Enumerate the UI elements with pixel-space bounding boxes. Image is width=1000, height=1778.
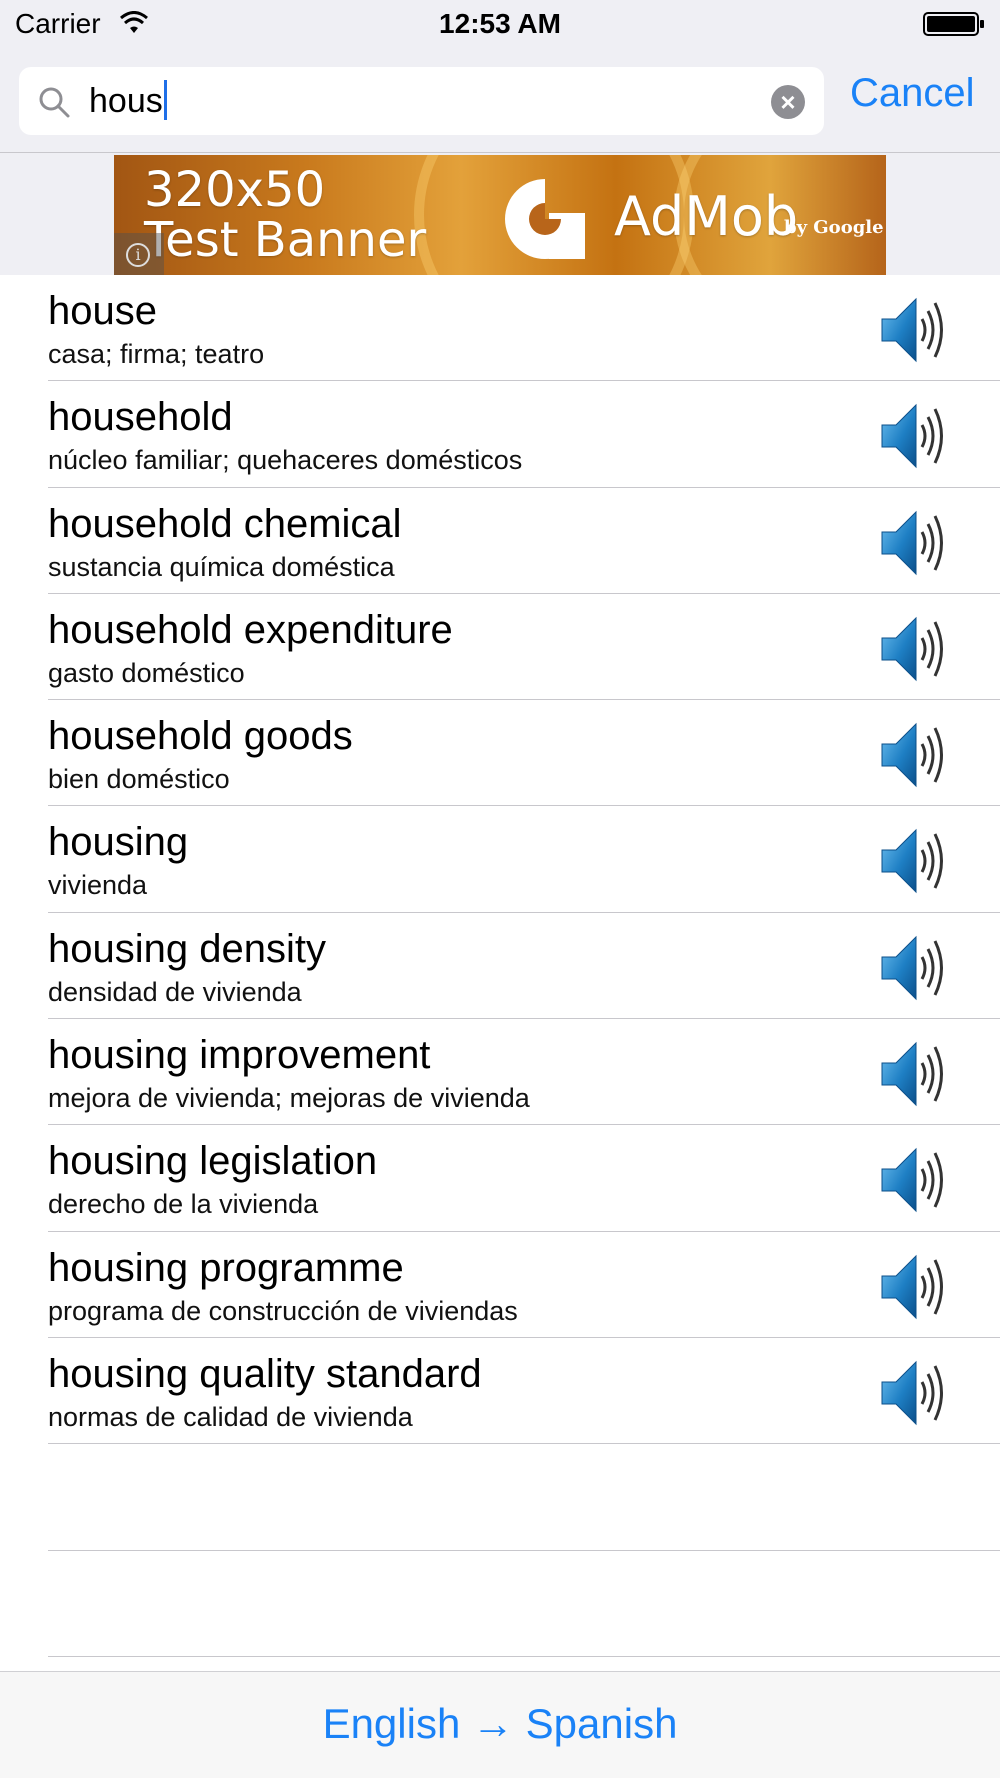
search-field[interactable]: hous × [19, 67, 824, 135]
ad-area: 320x50 Test Banner AdMob by Google i [0, 153, 1000, 275]
status-bar: Carrier 12:53 AM [0, 0, 1000, 49]
result-row[interactable]: household goods bien doméstico [0, 700, 1000, 807]
result-translation: programa de construcción de viviendas [48, 1295, 518, 1326]
result-translation: sustancia química doméstica [48, 551, 395, 582]
result-term: household chemical [48, 501, 402, 546]
ad-banner[interactable]: 320x50 Test Banner AdMob by Google i [114, 155, 886, 275]
speaker-icon[interactable] [878, 826, 950, 896]
ad-text: 320x50 Test Banner [144, 162, 427, 268]
speaker-icon[interactable] [878, 1039, 950, 1109]
result-term: household goods [48, 714, 353, 759]
result-term: housing legislation [48, 1139, 378, 1184]
result-term: household expenditure [48, 607, 453, 652]
result-translation: vivienda [48, 870, 148, 901]
speaker-icon[interactable] [878, 401, 950, 471]
search-input[interactable]: hous [89, 80, 167, 121]
cancel-button[interactable]: Cancel [850, 71, 975, 116]
speaker-icon[interactable] [878, 933, 950, 1003]
result-row[interactable]: household expenditure gasto doméstico [0, 594, 1000, 701]
search-query: hous [89, 82, 163, 120]
empty-row [0, 1444, 1000, 1551]
bottom-toolbar: English → Spanish [0, 1671, 1000, 1778]
speaker-icon[interactable] [878, 1358, 950, 1428]
result-row[interactable]: household chemical sustancia química domé… [0, 488, 1000, 594]
result-translation: núcleo familiar; quehaceres domésticos [48, 445, 523, 476]
result-translation: mejora de vivienda; mejoras de vivienda [48, 1083, 530, 1114]
speaker-icon[interactable] [878, 295, 950, 365]
clear-search-icon[interactable]: × [771, 85, 805, 119]
speaker-icon[interactable] [878, 720, 950, 790]
result-term: household [48, 395, 233, 440]
speaker-icon[interactable] [878, 1145, 950, 1215]
result-row[interactable]: housing quality standard normas de calida… [0, 1338, 1000, 1445]
result-row[interactable]: house casa; firma; teatro [0, 275, 1000, 382]
results-list: house casa; firma; teatro household núcleo… [0, 275, 1000, 1657]
result-translation: derecho de la vivienda [48, 1189, 319, 1220]
status-time: 12:53 AM [439, 8, 561, 39]
empty-row [0, 1551, 1000, 1657]
result-row[interactable]: household núcleo familiar; quehaceres dom… [0, 381, 1000, 488]
result-row[interactable]: housing density densidad de vivienda [0, 913, 1000, 1020]
result-translation: gasto doméstico [48, 657, 245, 688]
result-translation: casa; firma; teatro [48, 339, 265, 369]
result-term: housing improvement [48, 1033, 431, 1078]
result-translation: normas de calidad de vivienda [48, 1401, 413, 1432]
result-row[interactable]: housing programme programa de construcció… [0, 1232, 1000, 1338]
result-term: housing quality standard [48, 1351, 482, 1396]
language-direction-button[interactable]: English → Spanish [0, 1700, 1000, 1748]
result-translation: bien doméstico [48, 764, 230, 795]
result-row[interactable]: housing improvement mejora de vivienda; m… [0, 1019, 1000, 1126]
speaker-icon[interactable] [878, 508, 950, 578]
search-bar: hous × Cancel [0, 49, 1000, 153]
text-cursor [163, 80, 167, 120]
result-row[interactable]: housing legislation derecho de la viviend… [0, 1125, 1000, 1232]
ad-brand-sub: by Google [784, 217, 884, 238]
row-divider [48, 1655, 1000, 1657]
result-translation: densidad de vivienda [48, 976, 302, 1007]
result-term: house [48, 289, 157, 333]
result-term: housing [48, 820, 189, 865]
ad-info-icon[interactable]: i [114, 233, 164, 275]
result-row[interactable]: housing vivienda [0, 806, 1000, 913]
speaker-icon[interactable] [878, 1252, 950, 1322]
admob-logo-icon [505, 179, 585, 259]
result-term: housing programme [48, 1245, 404, 1290]
ad-brand: AdMob [614, 185, 799, 248]
speaker-icon[interactable] [878, 614, 950, 684]
result-term: housing density [48, 926, 326, 971]
search-icon [39, 87, 70, 118]
battery-icon [923, 12, 984, 36]
